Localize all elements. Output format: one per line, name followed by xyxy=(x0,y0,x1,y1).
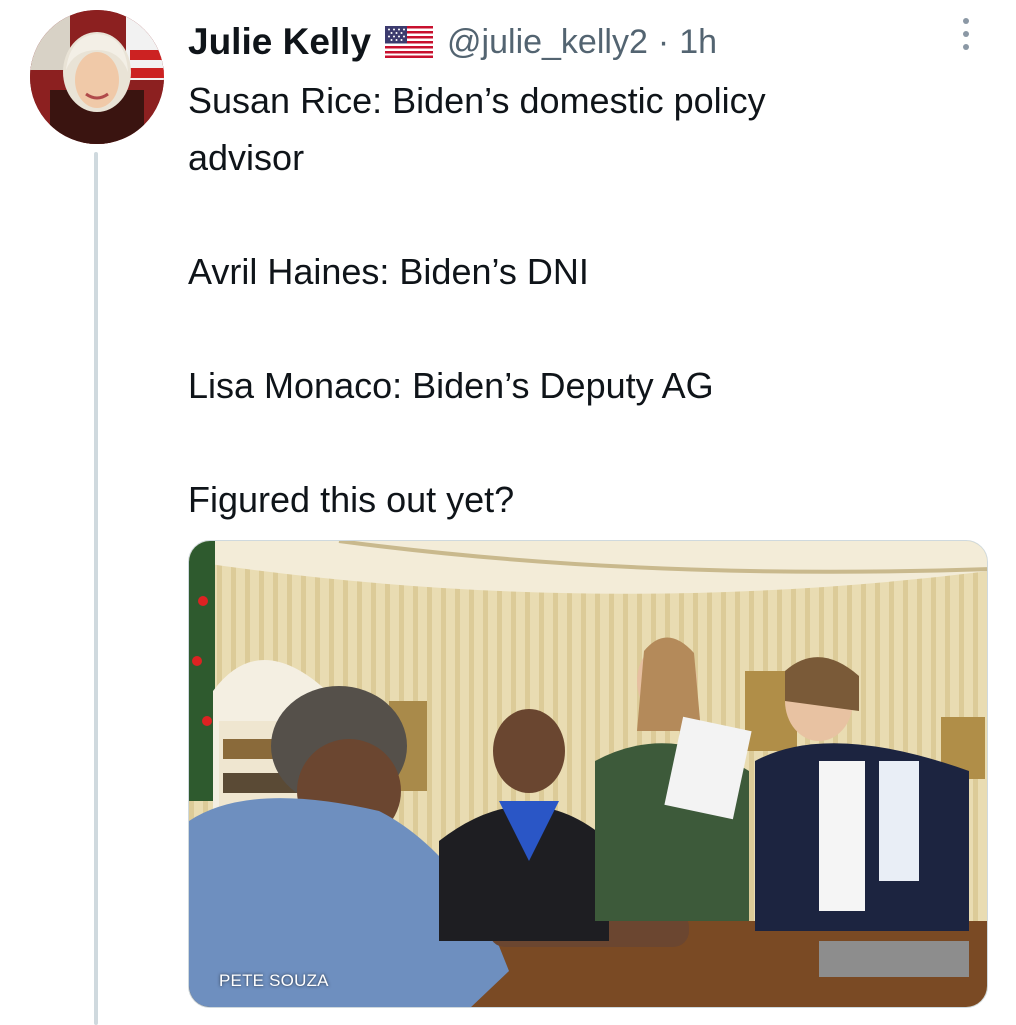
more-vertical-icon[interactable] xyxy=(952,14,980,54)
tweet-header: Julie Kelly @julie_kelly2 · 1h xyxy=(188,14,717,70)
tweet-timestamp[interactable]: 1h xyxy=(679,23,717,62)
author-display-name[interactable]: Julie Kelly xyxy=(188,21,371,63)
author-avatar[interactable] xyxy=(30,10,164,144)
tweet-media-photo[interactable]: PETE SOUZA xyxy=(188,540,988,1008)
us-flag-icon xyxy=(385,26,434,58)
header-separator: · xyxy=(657,22,670,61)
author-handle[interactable]: @julie_kelly2 xyxy=(447,23,648,62)
thread-line xyxy=(94,152,98,1025)
photo-credit: PETE SOUZA xyxy=(219,971,329,990)
tweet-text: Susan Rice: Biden’s domestic policy advi… xyxy=(188,80,766,520)
